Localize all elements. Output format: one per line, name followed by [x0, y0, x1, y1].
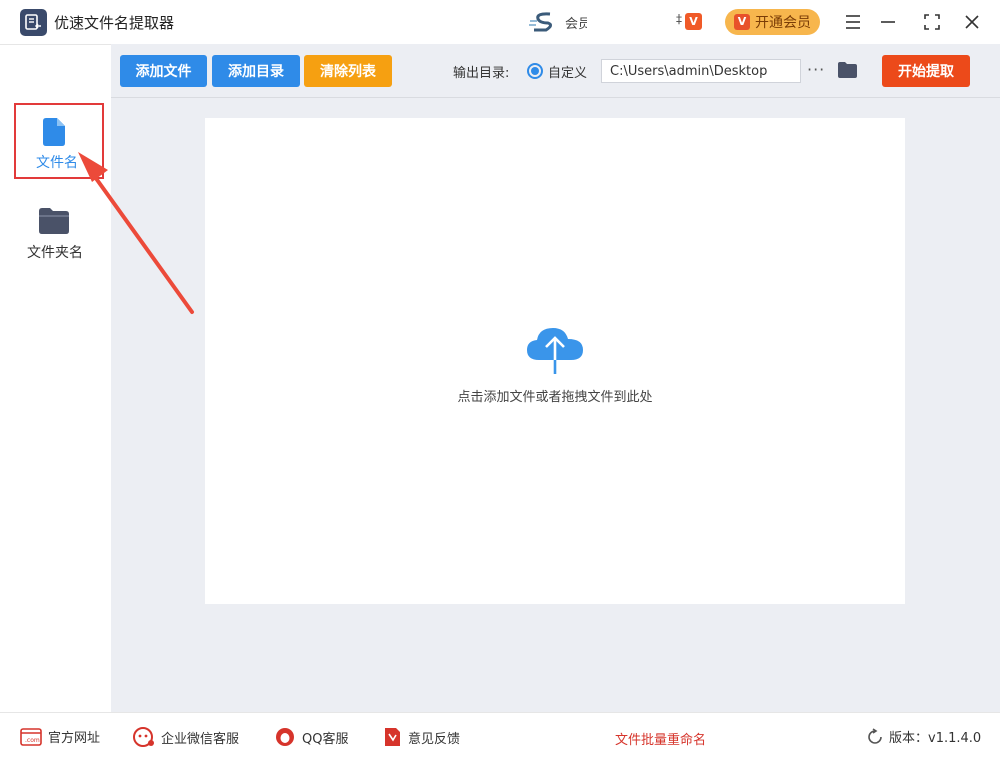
close-icon [965, 15, 979, 29]
version-info[interactable]: 版本：v1.1.4.0 [866, 727, 981, 746]
start-extract-button[interactable]: 开始提取 [882, 55, 970, 87]
wechat-icon [133, 727, 154, 747]
browse-more-button[interactable]: ··· [807, 60, 825, 79]
wechat-service-link[interactable]: 企业微信客服 [133, 727, 239, 747]
sidebar: 文件名 文件夹名 [0, 44, 111, 712]
add-directory-button[interactable]: 添加目录 [212, 55, 300, 87]
wechat-label: 企业微信客服 [161, 731, 240, 747]
ad-badge-icon[interactable]: V [685, 13, 702, 30]
batch-rename-link[interactable]: 文件批量重命名 [615, 729, 706, 748]
sidebar-item-label: 文件夹名 [27, 245, 83, 261]
vip-icon: V [734, 14, 750, 30]
feedback-link[interactable]: 意见反馈 [382, 727, 460, 747]
ad-small-text: ‡ [676, 12, 682, 26]
version-label: 版本：v1.1.4.0 [889, 731, 982, 746]
output-path-input[interactable] [601, 59, 801, 83]
file-icon [43, 118, 65, 146]
feedback-label: 意见反馈 [408, 731, 461, 747]
website-label: 官方网址 [48, 731, 101, 746]
toolbar: 添加文件 添加目录 清除列表 输出目录: 自定义 ··· 开始提取 [111, 44, 1000, 98]
open-folder-icon[interactable] [837, 61, 858, 79]
ad-text[interactable]: 会员 [565, 13, 587, 32]
qq-label: QQ客服 [302, 731, 349, 747]
custom-radio-label[interactable]: 自定义 [548, 62, 587, 81]
sidebar-item-filename[interactable]: 文件名 [14, 103, 104, 179]
refresh-icon [868, 727, 882, 744]
footer: .com 官方网址 企业微信客服 QQ客服 意见反馈 文件批量重命名 版本：v1… [0, 712, 1000, 760]
folder-icon [39, 208, 69, 234]
app-title: 优速文件名提取器 [54, 14, 175, 32]
app-logo-icon [20, 9, 47, 36]
website-icon: .com [20, 727, 42, 746]
sidebar-item-label: 文件名 [36, 155, 78, 171]
custom-radio[interactable] [527, 63, 543, 79]
output-dir-label: 输出目录: [453, 66, 510, 81]
qq-icon [276, 728, 294, 746]
minimize-button[interactable] [876, 10, 900, 34]
main-area: 添加文件 添加目录 清除列表 输出目录: 自定义 ··· 开始提取 点击添加文件… [111, 44, 1000, 712]
clear-list-button[interactable]: 清除列表 [304, 55, 392, 87]
website-link[interactable]: .com 官方网址 [20, 727, 100, 746]
minimize-icon [881, 21, 895, 23]
ad-logo-icon[interactable] [528, 11, 558, 33]
sidebar-item-foldername[interactable]: 文件夹名 [14, 195, 104, 271]
maximize-button[interactable] [920, 10, 944, 34]
file-drop-zone[interactable]: 点击添加文件或者拖拽文件到此处 [205, 118, 905, 604]
maximize-icon [924, 14, 940, 30]
title-bar: 优速文件名提取器 会员 ‡ V V 开通会员 [0, 0, 1000, 44]
svg-text:.com: .com [25, 737, 40, 744]
drop-hint-text: 点击添加文件或者拖拽文件到此处 [457, 390, 653, 405]
feedback-icon [385, 728, 400, 746]
cloud-upload-icon [527, 328, 583, 374]
add-file-button[interactable]: 添加文件 [120, 55, 207, 87]
close-button[interactable] [960, 10, 984, 34]
vip-label: 开通会员 [755, 15, 811, 31]
qq-service-link[interactable]: QQ客服 [274, 727, 348, 747]
menu-button[interactable] [841, 10, 865, 34]
vip-button[interactable]: V 开通会员 [725, 9, 820, 35]
hamburger-icon [846, 15, 860, 29]
